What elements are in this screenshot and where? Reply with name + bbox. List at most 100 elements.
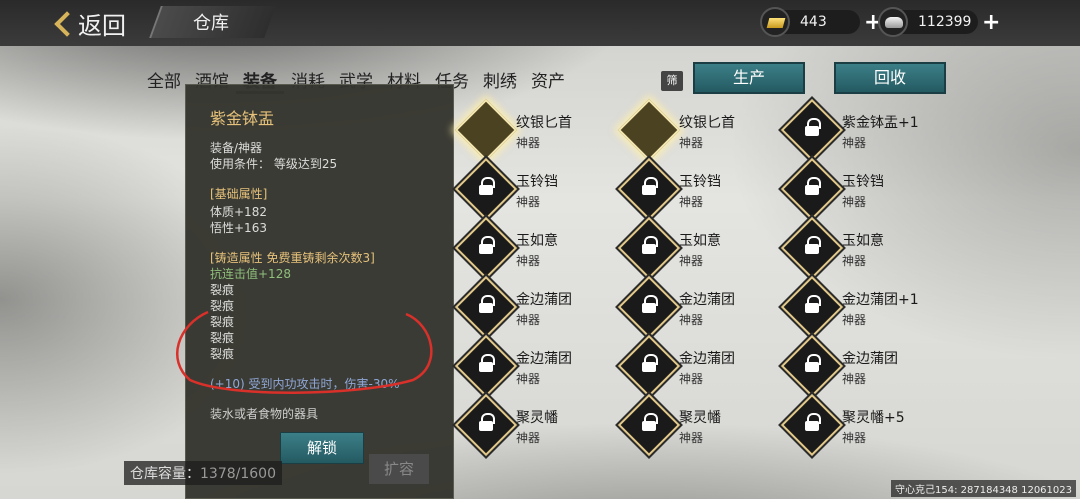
item-name: 金边蒲团 <box>679 351 735 367</box>
item-type: 神器 <box>679 372 704 386</box>
back-button[interactable]: 返回 <box>52 6 126 41</box>
item-type: 神器 <box>516 195 541 209</box>
item-name: 聚灵幡 <box>516 410 558 426</box>
forge-stat: 抗连击值+128 <box>210 267 291 281</box>
dagger-icon <box>454 98 518 162</box>
lock-icon <box>478 236 495 256</box>
item-name: 纹银匕首 <box>679 115 735 131</box>
inventory-item[interactable]: 玉铃铛 神器 <box>617 157 783 221</box>
lock-icon <box>641 354 658 374</box>
inventory-item[interactable]: 玉如意 神器 <box>780 216 946 280</box>
item-type: 神器 <box>842 254 867 268</box>
item-name: 玉如意 <box>679 233 721 249</box>
item-type: 神器 <box>516 313 541 327</box>
inventory-item[interactable]: 纹银匕首 神器 <box>454 98 620 162</box>
inventory-item[interactable]: 聚灵幡 神器 <box>617 393 783 457</box>
item-type: 神器 <box>516 254 541 268</box>
storage-label: 仓库容量： <box>130 466 200 482</box>
storage-capacity: 仓库容量：1378/1600 <box>124 461 282 485</box>
item-name: 金边蒲团 <box>679 292 735 308</box>
recycle-button[interactable]: 回收 <box>834 62 946 94</box>
item-name: 金边蒲团 <box>842 351 898 367</box>
silver-ingot-icon <box>878 7 908 37</box>
lock-icon <box>641 236 658 256</box>
inventory-item[interactable]: 紫金钵盂+1 神器 <box>780 98 946 162</box>
item-type: 神器 <box>842 313 867 327</box>
silver-currency: 112399 + <box>878 7 1000 37</box>
lock-icon <box>804 236 821 256</box>
item-type: 神器 <box>516 431 541 445</box>
lock-icon <box>804 177 821 197</box>
expand-button[interactable]: 扩容 <box>369 454 429 484</box>
lock-icon <box>641 413 658 433</box>
item-name: 玉铃铛 <box>842 174 884 190</box>
inventory-item[interactable]: 金边蒲团 神器 <box>617 275 783 339</box>
lock-icon <box>804 413 821 433</box>
lock-icon <box>641 295 658 315</box>
add-silver-icon[interactable]: + <box>982 10 1000 35</box>
lock-icon <box>804 118 821 138</box>
item-name: 聚灵幡+5 <box>842 410 905 426</box>
item-name: 紫金钵盂+1 <box>842 115 919 131</box>
back-chevron-icon <box>52 9 72 39</box>
base-stat: 体质+182 <box>210 205 267 219</box>
inventory-item[interactable]: 金边蒲团 神器 <box>454 275 620 339</box>
lock-icon <box>478 413 495 433</box>
gold-currency: 443 + <box>760 7 882 37</box>
inventory-item[interactable]: 金边蒲团+1 神器 <box>780 275 946 339</box>
item-name: 纹银匕首 <box>516 115 572 131</box>
item-name: 金边蒲团 <box>516 351 572 367</box>
inventory-item[interactable]: 玉如意 神器 <box>454 216 620 280</box>
item-type: 神器 <box>842 195 867 209</box>
inventory-item[interactable]: 金边蒲团 神器 <box>617 334 783 398</box>
item-name: 金边蒲团+1 <box>842 292 919 308</box>
item-type: 神器 <box>516 372 541 386</box>
item-type: 神器 <box>679 431 704 445</box>
unlock-button[interactable]: 解锁 <box>280 432 364 464</box>
lock-icon <box>804 295 821 315</box>
item-type: 神器 <box>679 254 704 268</box>
item-name: 玉铃铛 <box>679 174 721 190</box>
tab-all[interactable]: 全部 <box>140 70 188 94</box>
inventory-item[interactable]: 纹银匕首 神器 <box>617 98 783 162</box>
inventory-item[interactable]: 聚灵幡+5 神器 <box>780 393 946 457</box>
item-type: 神器 <box>842 136 867 150</box>
item-type: 神器 <box>842 372 867 386</box>
player-info-footer: 守心克己154: 287184348 12061023 <box>891 480 1076 497</box>
inventory-item[interactable]: 金边蒲团 神器 <box>780 334 946 398</box>
back-label: 返回 <box>78 12 126 40</box>
item-name: 聚灵幡 <box>679 410 721 426</box>
base-stats-header: [基础属性] <box>210 187 268 201</box>
item-type: 神器 <box>679 313 704 327</box>
item-type: 神器 <box>679 136 704 150</box>
red-annotation-circle <box>175 310 433 394</box>
item-detail-requirement: 使用条件： 等级达到25 <box>210 157 338 171</box>
inventory-item[interactable]: 聚灵幡 神器 <box>454 393 620 457</box>
tab-embroidery[interactable]: 刺绣 <box>476 70 524 94</box>
item-name: 玉如意 <box>842 233 884 249</box>
produce-button[interactable]: 生产 <box>693 62 805 94</box>
filter-button[interactable]: 筛 <box>661 71 683 91</box>
item-detail-category: 装备/神器 <box>210 141 263 155</box>
item-name: 玉铃铛 <box>516 174 558 190</box>
crack-line: 裂痕 <box>210 283 235 297</box>
tab-assets[interactable]: 资产 <box>524 70 572 94</box>
lock-icon <box>478 177 495 197</box>
gold-ingot-icon <box>760 7 790 37</box>
forge-stats-header: [铸造属性 免费重铸剩余次数3] <box>210 251 375 265</box>
lock-icon <box>478 295 495 315</box>
item-type: 神器 <box>679 195 704 209</box>
lock-icon <box>478 354 495 374</box>
inventory-item[interactable]: 金边蒲团 神器 <box>454 334 620 398</box>
storage-value: 1378/1600 <box>200 466 276 482</box>
lock-icon <box>641 177 658 197</box>
dagger-icon <box>617 98 681 162</box>
item-description: 装水或者食物的器具 <box>210 407 319 421</box>
inventory-item[interactable]: 玉铃铛 神器 <box>780 157 946 221</box>
inventory-item[interactable]: 玉如意 神器 <box>617 216 783 280</box>
inventory-item[interactable]: 玉铃铛 神器 <box>454 157 620 221</box>
item-type: 神器 <box>516 136 541 150</box>
item-detail-name: 紫金钵盂 <box>210 109 275 128</box>
lock-icon <box>804 354 821 374</box>
base-stat: 悟性+163 <box>210 221 267 235</box>
